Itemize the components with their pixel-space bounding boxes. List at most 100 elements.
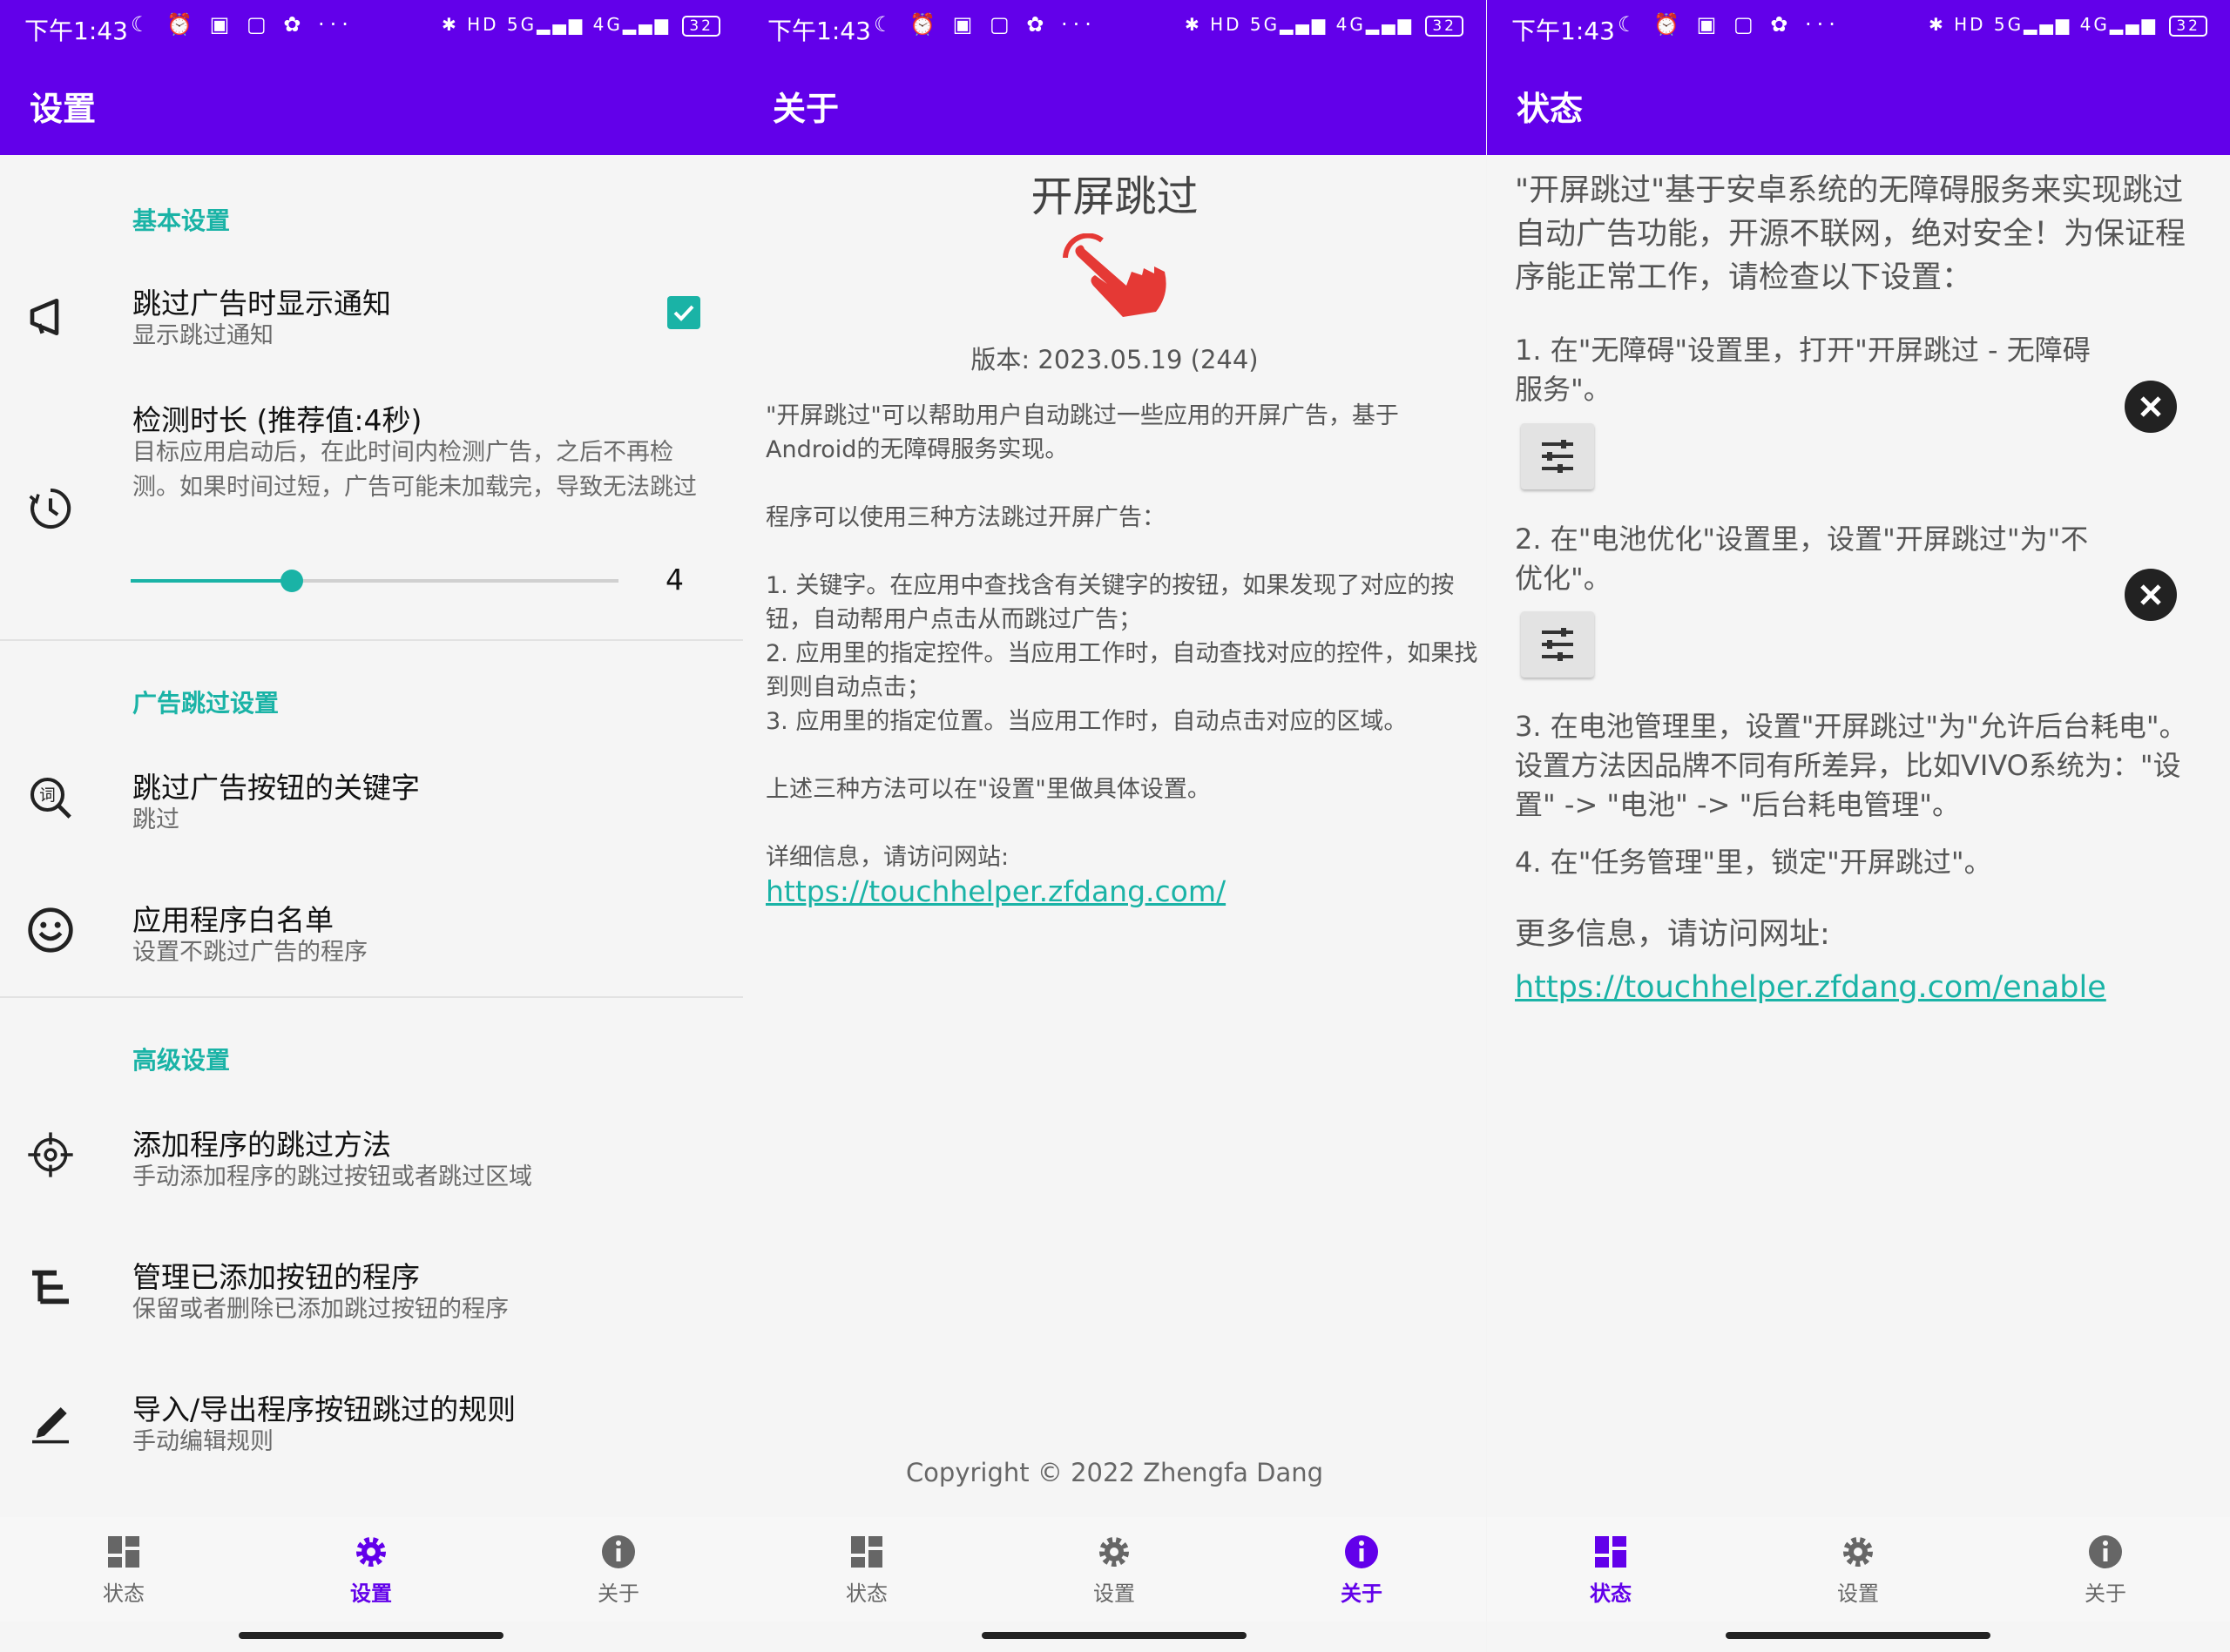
pref-title: 应用程序白名单 xyxy=(132,903,334,937)
tap-hand-icon xyxy=(1063,233,1166,317)
settings-screen: 下午1:43 ☾ ⏰ ▣ ▢ ✿ ··· ✱ HD 5G▂▄▆ 4G▂▄▆ 32… xyxy=(0,0,743,1652)
nav-label: 设置 xyxy=(1837,1581,1879,1606)
dashboard-icon xyxy=(851,1536,882,1568)
status-screen: 下午1:43 ☾ ⏰ ▣ ▢ ✿ ··· ✱ HD 5G▂▄▆ 4G▂▄▆ 32… xyxy=(1487,0,2230,1652)
home-indicator[interactable] xyxy=(239,1632,503,1639)
nav-label: 设置 xyxy=(1093,1581,1135,1606)
pref-import-export-rules[interactable]: 导入/导出程序按钮跳过的规则 手动编辑规则 xyxy=(0,1383,743,1470)
keyword-search-icon: 词 xyxy=(30,777,71,819)
pref-title: 跳过广告时显示通知 xyxy=(132,287,391,320)
nav-label: 关于 xyxy=(1341,1581,1382,1606)
info-icon xyxy=(602,1535,635,1568)
nav-status[interactable]: 状态 xyxy=(797,1533,936,1607)
pref-title: 导入/导出程序按钮跳过的规则 xyxy=(132,1392,517,1426)
page-title: 状态 xyxy=(1517,90,1584,128)
nav-label: 关于 xyxy=(598,1581,639,1606)
home-indicator[interactable] xyxy=(982,1632,1247,1639)
gear-icon xyxy=(1099,1537,1129,1567)
status-bar: 下午1:43 ☾ ⏰ ▣ ▢ ✿ ··· ✱ HD 5G▂▄▆ 4G▂▄▆ 32 xyxy=(0,0,743,52)
nav-label: 状态 xyxy=(1590,1581,1632,1606)
battery-icon: 32 xyxy=(682,16,720,37)
dashboard-icon xyxy=(108,1536,139,1568)
status-left-icons: ☾ ⏰ ▣ ▢ ✿ ··· xyxy=(131,12,354,37)
notification-checkbox[interactable] xyxy=(667,296,700,329)
about-paragraph: 详细信息，请访问网站: xyxy=(766,844,1010,871)
nav-settings[interactable]: 设置 xyxy=(301,1533,441,1607)
status-bar: 下午1:43 ☾ ⏰ ▣ ▢ ✿ ··· ✱ HD 5G▂▄▆ 4G▂▄▆ 32 xyxy=(743,0,1486,52)
pref-subtitle: 跳过 xyxy=(132,806,179,833)
pref-add-skip-method[interactable]: 添加程序的跳过方法 手动添加程序的跳过按钮或者跳过区域 xyxy=(0,1118,743,1205)
divider xyxy=(0,996,743,998)
copyright: Copyright © 2022 Zhengfa Dang xyxy=(905,1458,1324,1487)
pref-app-whitelist[interactable]: 应用程序白名单 设置不跳过广告的程序 xyxy=(0,893,743,981)
crosshair-icon xyxy=(28,1132,73,1177)
home-indicator[interactable] xyxy=(1726,1632,1990,1639)
slider-thumb[interactable] xyxy=(280,570,303,592)
app-version: 版本: 2023.05.19 (244) xyxy=(970,345,1259,374)
duration-slider[interactable] xyxy=(131,570,618,592)
megaphone-icon xyxy=(30,299,59,335)
signal-icons: ✱ HD 5G▂▄▆ 4G▂▄▆ xyxy=(1929,14,2158,35)
nav-about[interactable]: 关于 xyxy=(2036,1533,2175,1607)
tune-icon xyxy=(1542,440,1573,473)
battery-status-close-icon xyxy=(2125,569,2177,621)
nav-about[interactable]: 关于 xyxy=(549,1533,688,1607)
battery-icon: 32 xyxy=(1425,16,1463,37)
status-time: 下午1:43 xyxy=(767,17,871,45)
nav-settings[interactable]: 设置 xyxy=(1788,1533,1928,1607)
signal-icons: ✱ HD 5G▂▄▆ 4G▂▄▆ xyxy=(442,14,671,35)
pref-skip-keywords[interactable]: 词 跳过广告按钮的关键字 跳过 xyxy=(0,761,743,848)
check-icon xyxy=(673,305,694,321)
divider xyxy=(0,639,743,641)
app-name: 开屏跳过 xyxy=(1031,172,1199,221)
gear-icon xyxy=(1843,1537,1873,1567)
status-time: 下午1:43 xyxy=(24,17,128,45)
pref-subtitle: 手动编辑规则 xyxy=(132,1428,274,1455)
step-task-lock: 4. 在"任务管理"里，锁定"开屏跳过"。 xyxy=(1515,846,1992,879)
pref-subtitle: 保留或者删除已添加跳过按钮的程序 xyxy=(132,1296,509,1323)
nav-label: 设置 xyxy=(350,1581,392,1606)
nav-label: 状态 xyxy=(103,1581,145,1606)
status-right-icons: ✱ HD 5G▂▄▆ 4G▂▄▆ 32 xyxy=(1929,14,2207,37)
signal-icons: ✱ HD 5G▂▄▆ 4G▂▄▆ xyxy=(1185,14,1414,35)
pencil-icon xyxy=(32,1407,69,1444)
section-basic-settings: 基本设置 xyxy=(132,206,231,235)
website-link[interactable]: https://touchhelper.zfdang.com/ xyxy=(766,874,1480,908)
accessibility-status-close-icon xyxy=(2125,381,2177,433)
slider-value: 4 xyxy=(666,563,684,597)
nav-settings[interactable]: 设置 xyxy=(1044,1533,1184,1607)
timer-icon xyxy=(29,488,71,529)
nav-label: 状态 xyxy=(846,1581,888,1606)
enable-guide-link[interactable]: https://touchhelper.zfdang.com/enable xyxy=(1515,970,2106,1005)
pref-title: 检测时长 (推荐值:4秒) xyxy=(132,403,422,437)
status-right-icons: ✱ HD 5G▂▄▆ 4G▂▄▆ 32 xyxy=(1185,14,1463,37)
nav-status[interactable]: 状态 xyxy=(54,1533,193,1607)
about-paragraph: "开屏跳过"可以帮助用户自动跳过一些应用的开屏广告，基于Android的无障碍服… xyxy=(766,402,1399,463)
about-paragraph: 程序可以使用三种方法跳过开屏广告： xyxy=(766,504,1166,531)
screens-container: 下午1:43 ☾ ⏰ ▣ ▢ ✿ ··· ✱ HD 5G▂▄▆ 4G▂▄▆ 32… xyxy=(0,0,2230,1652)
method-item: 1. 关键字。在应用中查找含有关键字的按钮，如果发现了对应的按钮，自动帮用户点击… xyxy=(766,572,1455,633)
pref-subtitle: 显示跳过通知 xyxy=(132,322,274,349)
slider-fill xyxy=(131,579,292,583)
nav-about[interactable]: 关于 xyxy=(1292,1533,1431,1607)
pref-subtitle: 设置不跳过广告的程序 xyxy=(132,939,368,966)
app-bar: 状态 xyxy=(1487,52,2230,155)
pref-subtitle: 手动添加程序的跳过按钮或者跳过区域 xyxy=(132,1163,532,1190)
pref-title: 管理已添加按钮的程序 xyxy=(132,1260,420,1294)
smiley-icon xyxy=(28,907,73,953)
pref-manage-apps[interactable]: 管理已添加按钮的程序 保留或者删除已添加跳过按钮的程序 xyxy=(0,1251,743,1338)
status-time: 下午1:43 xyxy=(1511,17,1615,45)
pref-show-notification[interactable]: 跳过广告时显示通知 显示跳过通知 xyxy=(0,277,743,364)
step-accessibility: 1. 在"无障碍"设置里，打开"开屏跳过 - 无障碍服务"。 xyxy=(1515,334,2091,406)
battery-icon: 32 xyxy=(2169,16,2207,37)
status-left-icons: ☾ ⏰ ▣ ▢ ✿ ··· xyxy=(874,12,1097,37)
bottom-navigation: 状态 设置 关于 xyxy=(743,1517,1486,1622)
info-icon xyxy=(2089,1535,2122,1568)
status-left-icons: ☾ ⏰ ▣ ▢ ✿ ··· xyxy=(1618,12,1841,37)
nav-status[interactable]: 状态 xyxy=(1541,1533,1680,1607)
open-battery-settings-button[interactable] xyxy=(1521,611,1594,678)
open-accessibility-settings-button[interactable] xyxy=(1521,423,1594,489)
about-description: "开屏跳过"可以帮助用户自动跳过一些应用的开屏广告，基于Android的无障碍服… xyxy=(766,399,1480,908)
method-item: 3. 应用里的指定位置。当应用工作时，自动点击对应的区域。 xyxy=(766,708,1408,735)
pref-title: 添加程序的跳过方法 xyxy=(132,1128,391,1162)
